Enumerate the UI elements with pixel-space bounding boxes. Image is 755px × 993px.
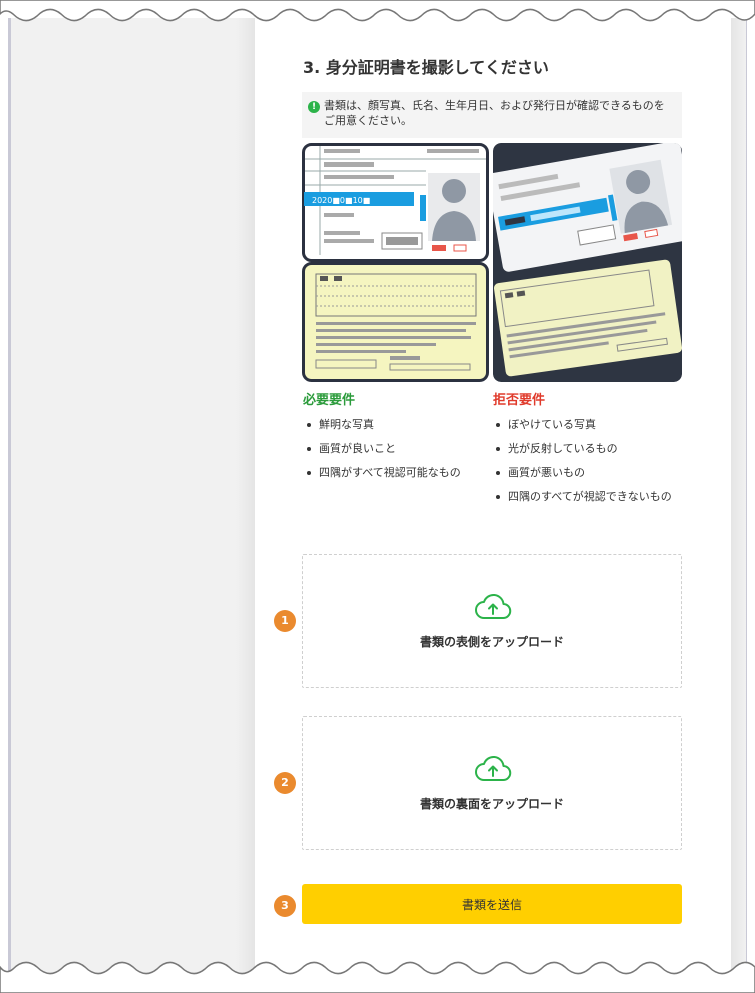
step-marker-2: 2 (274, 772, 296, 794)
upload-front-dropzone[interactable]: 書類の表側をアップロード (302, 554, 682, 688)
list-item: 鮮明な写真 (305, 413, 490, 437)
upload-back-label: 書類の裏面をアップロード (419, 797, 564, 811)
bad-example-cards (493, 143, 682, 382)
panel-shadow-left (236, 18, 256, 975)
step-marker-3: 3 (274, 895, 296, 917)
list-item: 四隅のすべてが視認できないもの (494, 485, 680, 509)
rejection-conditions-list: ぼやけている写真 光が反射しているもの 画質が悪いもの 四隅のすべてが視認できな… (494, 413, 680, 509)
step-title: 3. 身分証明書を撮影してください (303, 58, 549, 77)
notice-text: 書類は、顔写真、氏名、生年月日、および発行日が確認できるものをご用意ください。 (324, 99, 665, 127)
good-example-back-card (302, 262, 489, 382)
screenshot-frame: 3. 身分証明書を撮影してください ! 書類は、顔写真、氏名、生年月日、および発… (0, 0, 755, 993)
list-item: 画質が良いこと (305, 437, 490, 461)
upload-back-dropzone[interactable]: 書類の裏面をアップロード (302, 716, 682, 850)
step-marker-1: 1 (274, 610, 296, 632)
cloud-upload-icon (475, 755, 512, 782)
document-notice: ! 書類は、顔写真、氏名、生年月日、および発行日が確認できるものをご用意ください… (302, 92, 682, 138)
required-conditions-list: 鮮明な写真 画質が良いこと 四隅がすべて視認可能なもの (305, 413, 490, 485)
torn-edge-top (0, 0, 755, 22)
sample-date-text: 2020■0■10■ (312, 196, 370, 205)
good-example-front-card: 2020■0■10■ (302, 143, 489, 262)
list-item: 四隅がすべて視認可能なもの (305, 461, 490, 485)
submit-documents-button[interactable]: 書類を送信 (302, 884, 682, 924)
info-icon: ! (308, 101, 320, 113)
list-item: ぼやけている写真 (494, 413, 680, 437)
list-item: 光が反射しているもの (494, 437, 680, 461)
required-conditions-title: 必要要件 (303, 393, 356, 408)
panel-shadow-right (730, 18, 746, 975)
torn-edge-bottom (0, 961, 755, 993)
list-item: 画質が悪いもの (494, 461, 680, 485)
rejection-conditions-title: 拒否要件 (493, 393, 546, 408)
upload-front-label: 書類の表側をアップロード (419, 635, 564, 649)
cloud-upload-icon (475, 593, 512, 620)
